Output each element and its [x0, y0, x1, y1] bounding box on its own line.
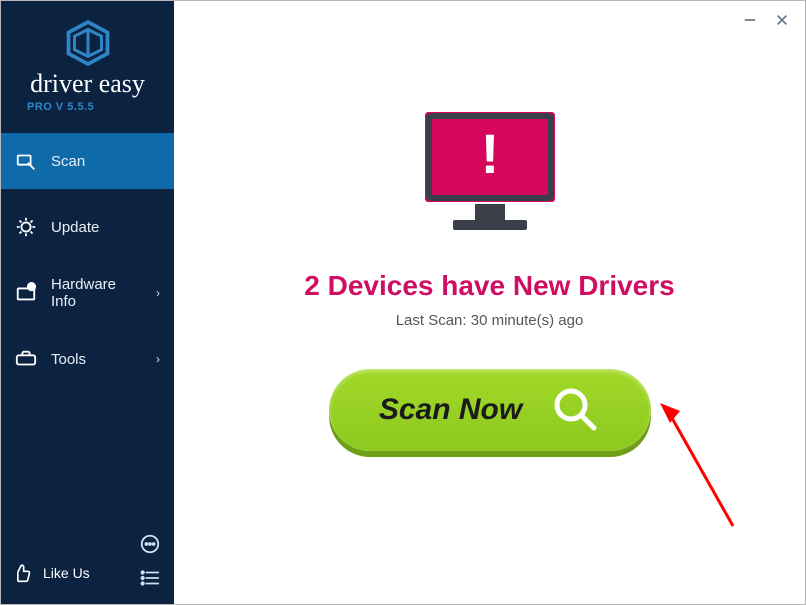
close-button[interactable]	[773, 11, 791, 29]
last-scan-label: Last Scan: 30 minute(s) ago	[396, 312, 584, 329]
sidebar: driver easy PRO V 5.5.5 Scan	[1, 1, 174, 604]
sidebar-bottom: Like Us	[1, 552, 174, 594]
hardware-icon: i	[15, 282, 37, 304]
status-graphic: !	[415, 107, 565, 242]
sidebar-nav: Scan Update i	[1, 133, 174, 387]
minimize-button[interactable]	[741, 11, 759, 29]
scan-now-label: Scan Now	[379, 393, 522, 427]
chevron-right-icon: ›	[156, 286, 160, 300]
chevron-right-icon: ›	[156, 352, 160, 366]
like-us-label: Like Us	[43, 565, 90, 581]
sidebar-item-label: Tools	[51, 351, 86, 368]
sidebar-item-label: Scan	[51, 153, 85, 170]
sidebar-item-label: Hardware Info	[51, 276, 142, 310]
titlebar	[727, 1, 805, 39]
scan-now-button[interactable]: Scan Now	[329, 369, 651, 451]
like-us-button[interactable]: Like Us	[11, 562, 90, 584]
sidebar-item-update[interactable]: Update	[1, 199, 174, 255]
svg-text:!: !	[480, 122, 499, 185]
logo-block: driver easy PRO V 5.5.5	[1, 1, 174, 121]
annotation-arrow-icon	[658, 401, 748, 541]
main-panel: ! 2 Devices have New Drivers Last Scan: …	[174, 1, 805, 604]
svg-text:i: i	[31, 285, 32, 291]
update-icon	[15, 216, 37, 238]
tools-icon	[15, 348, 37, 370]
search-icon	[550, 384, 600, 437]
sidebar-item-hardware-info[interactable]: i Hardware Info ›	[1, 265, 174, 321]
monitor-alert-icon: !	[415, 107, 565, 242]
sidebar-item-scan[interactable]: Scan	[1, 133, 174, 189]
status-headline: 2 Devices have New Drivers	[304, 270, 674, 302]
sidebar-item-tools[interactable]: Tools ›	[1, 331, 174, 387]
logo-icon	[64, 19, 112, 67]
brand-name: driver easy	[30, 71, 145, 97]
sidebar-item-label: Update	[51, 219, 99, 236]
version-label: PRO V 5.5.5	[27, 101, 94, 113]
thumbs-up-icon	[11, 562, 33, 584]
scan-icon	[15, 150, 37, 172]
app-window: driver easy PRO V 5.5.5 Scan	[0, 0, 806, 605]
